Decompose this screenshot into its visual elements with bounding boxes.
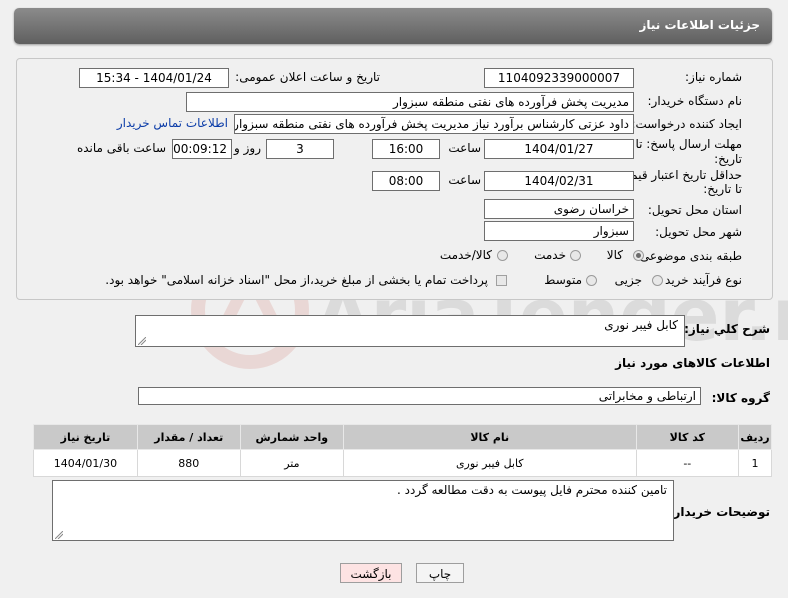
cell-code: -- xyxy=(635,449,740,477)
buyer-notes-label: توضیحات خریدار: xyxy=(668,505,770,519)
city-field: سبزوار xyxy=(484,221,634,241)
col-header-qty: تعداد / مقدار xyxy=(136,424,241,450)
buyer-contact-link[interactable]: اطلاعات تماس خریدار xyxy=(117,116,228,130)
category-option-both: کالا/خدمت xyxy=(439,248,492,262)
goods-group-label: گروه کالا: xyxy=(711,391,770,405)
process-label: نوع فرآیند خرید : xyxy=(657,273,742,287)
need-number-field: 1104092339000007 xyxy=(484,68,634,88)
validity-date-field: 1404/02/31 xyxy=(484,171,634,191)
category-label: طبقه بندی موضوعی: xyxy=(635,249,742,263)
remaining-time-field: 00:09:12 xyxy=(172,139,232,159)
buyer-notes-text: تامین کننده محترم فایل پیوست به دقت مطال… xyxy=(397,483,667,497)
validity-label-2: تا تاریخ: xyxy=(703,182,742,196)
resize-grip-icon xyxy=(55,531,63,539)
deadline-time-field: 16:00 xyxy=(372,139,440,159)
description-label: شرح کلي نياز: xyxy=(684,322,770,336)
validity-hour-label: ساعت xyxy=(448,173,481,187)
goods-group-field: ارتباطی و مخابراتی xyxy=(138,387,701,405)
category-radio-service[interactable] xyxy=(570,250,581,261)
province-label: استان محل تحویل: xyxy=(647,203,742,217)
cell-unit: متر xyxy=(239,449,344,477)
col-header-unit: واحد شمارش xyxy=(239,424,344,450)
process-radio-minor[interactable] xyxy=(652,275,663,286)
col-header-name: نام کالا xyxy=(342,424,637,450)
deadline-label: مهلت ارسال پاسخ: تا xyxy=(635,137,742,151)
province-field: خراسان رضوی xyxy=(484,199,634,219)
validity-time-field: 08:00 xyxy=(372,171,440,191)
buyer-field: مدیریت پخش فرآورده های نفتی منطقه سبزوار xyxy=(186,92,634,112)
table-row: 1 -- کابل فیبر نوری متر 880 1404/01/30 xyxy=(33,449,772,477)
deadline-date-field: 1404/01/27 xyxy=(484,139,634,159)
cell-row-number: 1 xyxy=(738,449,772,477)
col-header-row: ردیف xyxy=(738,424,772,450)
treasury-payment-note: پرداخت تمام یا بخشی از مبلغ خرید،از محل … xyxy=(105,273,488,287)
validity-label: حداقل تاریخ اعتبار قیمت: xyxy=(615,168,742,182)
announce-field: 1404/01/24 - 15:34 xyxy=(79,68,229,88)
treasury-payment-checkbox[interactable] xyxy=(496,275,507,286)
back-button[interactable]: بازگشت xyxy=(340,563,402,583)
process-option-medium: متوسط xyxy=(544,273,582,287)
buyer-notes-textarea[interactable]: تامین کننده محترم فایل پیوست به دقت مطال… xyxy=(52,480,674,541)
description-textarea[interactable]: کابل فیبر نوری xyxy=(135,315,685,347)
need-number-label: شماره نیاز: xyxy=(685,70,742,84)
cell-name: کابل فیبر نوری xyxy=(342,449,637,477)
category-option-service: خدمت xyxy=(534,248,566,262)
resize-grip-icon xyxy=(138,337,146,345)
buyer-label: نام دستگاه خریدار: xyxy=(647,94,743,108)
category-radio-both[interactable] xyxy=(497,250,508,261)
page-header: جزئیات اطلاعات نیاز xyxy=(14,8,772,44)
days-label: روز و xyxy=(234,141,261,155)
city-label: شهر محل تحویل: xyxy=(655,225,742,239)
print-button[interactable]: چاپ xyxy=(416,563,464,583)
table-header-row: ردیف کد کالا نام کالا واحد شمارش تعداد /… xyxy=(33,424,772,450)
process-option-minor: جزیی xyxy=(614,273,642,287)
col-header-date: تاریخ نیاز xyxy=(33,424,138,450)
cell-qty: 880 xyxy=(136,449,241,477)
deadline-hour-label: ساعت xyxy=(448,141,481,155)
announce-label: تاریخ و ساعت اعلان عمومی: xyxy=(235,70,380,84)
creator-field: داود عزتی کارشناس برآورد نیاز مدیریت پخش… xyxy=(234,114,634,134)
col-header-code: کد کالا xyxy=(635,424,740,450)
goods-section-title: اطلاعات کالاهای مورد نیاز xyxy=(615,356,770,370)
process-radio-medium[interactable] xyxy=(586,275,597,286)
days-field: 3 xyxy=(266,139,334,159)
goods-table: ردیف کد کالا نام کالا واحد شمارش تعداد /… xyxy=(33,424,772,477)
deadline-label-2: تاریخ: xyxy=(714,152,742,166)
cell-date: 1404/01/30 xyxy=(33,449,138,477)
category-option-goods: کالا xyxy=(606,248,623,262)
category-radio-goods[interactable] xyxy=(633,250,644,261)
description-text: کابل فیبر نوری xyxy=(604,318,678,332)
creator-label: ایجاد کننده درخواست: xyxy=(631,117,742,131)
remaining-label: ساعت باقی مانده xyxy=(76,141,166,155)
page-title: جزئیات اطلاعات نیاز xyxy=(639,18,760,32)
